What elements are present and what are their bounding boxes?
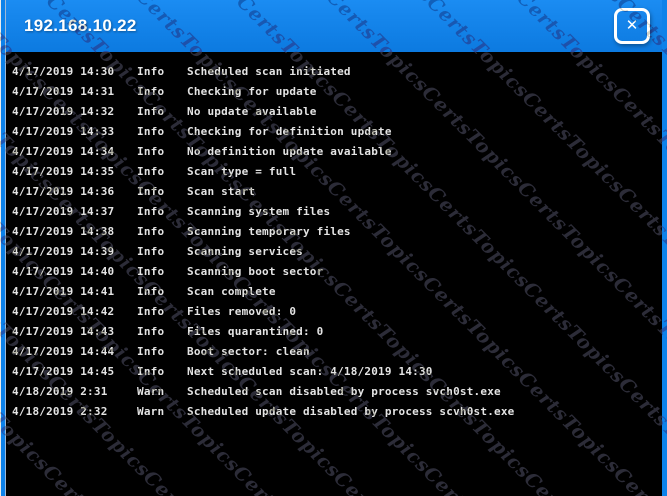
- log-date: 4/17/2019 14:32: [12, 105, 137, 118]
- log-level: Info: [137, 325, 187, 338]
- log-level: Info: [137, 165, 187, 178]
- log-row: 4/17/2019 14:31InfoChecking for update: [6, 81, 662, 101]
- log-row: 4/17/2019 14:42InfoFiles removed: 0: [6, 301, 662, 321]
- log-date: 4/17/2019 14:33: [12, 125, 137, 138]
- log-date: 4/17/2019 14:38: [12, 225, 137, 238]
- log-level: Info: [137, 305, 187, 318]
- log-date: 4/17/2019 14:40: [12, 265, 137, 278]
- log-date: 4/17/2019 14:37: [12, 205, 137, 218]
- log-level: Info: [137, 185, 187, 198]
- log-date: 4/17/2019 14:43: [12, 325, 137, 338]
- log-row: 4/17/2019 14:45InfoNext scheduled scan: …: [6, 361, 662, 381]
- log-row: 4/17/2019 14:39InfoScanning services: [6, 241, 662, 261]
- log-row: 4/18/2019 2:32WarnScheduled update disab…: [6, 401, 662, 421]
- log-row: 4/17/2019 14:30InfoScheduled scan initia…: [6, 61, 662, 81]
- log-row: 4/17/2019 14:36InfoScan start: [6, 181, 662, 201]
- log-row: 4/18/2019 2:31WarnScheduled scan disable…: [6, 381, 662, 401]
- log-message: No update available: [187, 105, 662, 118]
- log-level: Info: [137, 125, 187, 138]
- log-date: 4/17/2019 14:42: [12, 305, 137, 318]
- log-message: No definition update available: [187, 145, 662, 158]
- log-message: Scheduled scan initiated: [187, 65, 662, 78]
- log-message: Next scheduled scan: 4/18/2019 14:30: [187, 365, 662, 378]
- close-button[interactable]: ✕: [614, 8, 650, 44]
- log-message: Scheduled update disabled by process scv…: [187, 405, 662, 418]
- log-date: 4/17/2019 14:34: [12, 145, 137, 158]
- log-message: Scanning temporary files: [187, 225, 662, 238]
- log-row: 4/17/2019 14:33InfoChecking for definiti…: [6, 121, 662, 141]
- log-message: Files quarantined: 0: [187, 325, 662, 338]
- log-message: Checking for definition update: [187, 125, 662, 138]
- log-date: 4/18/2019 2:32: [12, 405, 137, 418]
- log-row: 4/17/2019 14:34InfoNo definition update …: [6, 141, 662, 161]
- log-message: Scanning boot sector: [187, 265, 662, 278]
- log-level: Info: [137, 145, 187, 158]
- log-console: 4/17/2019 14:30InfoScheduled scan initia…: [6, 52, 662, 496]
- log-row: 4/17/2019 14:41InfoScan complete: [6, 281, 662, 301]
- log-level: Info: [137, 65, 187, 78]
- log-message: Files removed: 0: [187, 305, 662, 318]
- log-message: Scheduled scan disabled by process svch0…: [187, 385, 662, 398]
- log-rows: 4/17/2019 14:30InfoScheduled scan initia…: [6, 61, 662, 421]
- window-title: 192.168.10.22: [24, 16, 137, 36]
- log-date: 4/17/2019 14:30: [12, 65, 137, 78]
- title-bar: 192.168.10.22 ✕: [0, 0, 667, 52]
- log-level: Warn: [137, 405, 187, 418]
- log-date: 4/17/2019 14:36: [12, 185, 137, 198]
- log-level: Info: [137, 105, 187, 118]
- log-level: Info: [137, 205, 187, 218]
- log-level: Info: [137, 225, 187, 238]
- window-right-border: [662, 0, 667, 496]
- log-message: Scanning system files: [187, 205, 662, 218]
- log-date: 4/17/2019 14:44: [12, 345, 137, 358]
- log-row: 4/17/2019 14:44InfoBoot sector: clean: [6, 341, 662, 361]
- log-level: Info: [137, 245, 187, 258]
- log-date: 4/17/2019 14:35: [12, 165, 137, 178]
- log-level: Warn: [137, 385, 187, 398]
- log-date: 4/17/2019 14:45: [12, 365, 137, 378]
- log-row: 4/17/2019 14:32InfoNo update available: [6, 101, 662, 121]
- log-level: Info: [137, 285, 187, 298]
- log-row: 4/17/2019 14:43InfoFiles quarantined: 0: [6, 321, 662, 341]
- log-message: Scan complete: [187, 285, 662, 298]
- log-level: Info: [137, 265, 187, 278]
- log-message: Checking for update: [187, 85, 662, 98]
- log-message: Boot sector: clean: [187, 345, 662, 358]
- log-date: 4/17/2019 14:41: [12, 285, 137, 298]
- log-date: 4/17/2019 14:31: [12, 85, 137, 98]
- log-date: 4/18/2019 2:31: [12, 385, 137, 398]
- log-row: 4/17/2019 14:40InfoScanning boot sector: [6, 261, 662, 281]
- log-message: Scan type = full: [187, 165, 662, 178]
- log-level: Info: [137, 345, 187, 358]
- log-date: 4/17/2019 14:39: [12, 245, 137, 258]
- window-left-border: [0, 0, 6, 496]
- close-icon: ✕: [626, 16, 639, 34]
- log-viewer-window: 192.168.10.22 ✕ 4/17/2019 14:30InfoSched…: [0, 0, 667, 496]
- log-level: Info: [137, 365, 187, 378]
- log-row: 4/17/2019 14:37InfoScanning system files: [6, 201, 662, 221]
- log-message: Scanning services: [187, 245, 662, 258]
- log-level: Info: [137, 85, 187, 98]
- log-row: 4/17/2019 14:38InfoScanning temporary fi…: [6, 221, 662, 241]
- log-row: 4/17/2019 14:35InfoScan type = full: [6, 161, 662, 181]
- log-message: Scan start: [187, 185, 662, 198]
